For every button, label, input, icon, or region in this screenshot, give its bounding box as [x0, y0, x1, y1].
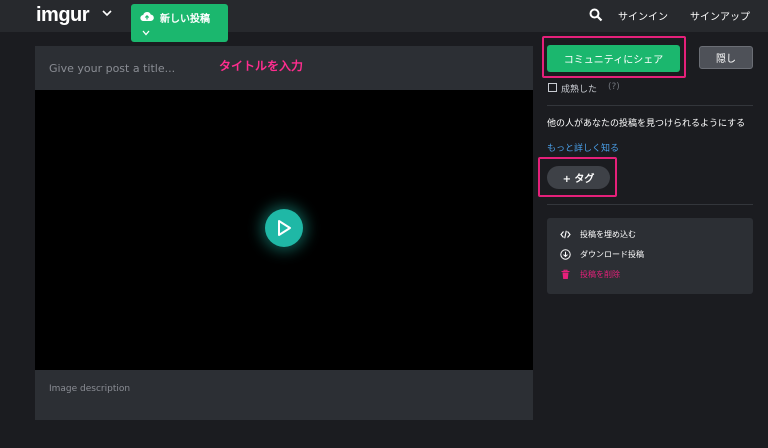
download-post-label: ダウンロード投稿	[580, 250, 644, 259]
chevron-down-icon[interactable]	[101, 7, 113, 19]
top-header: imgur 新しい投稿 サインイン サインアップ	[0, 0, 768, 42]
divider	[547, 105, 753, 106]
play-icon	[278, 220, 291, 236]
cloud-upload-icon	[140, 12, 154, 22]
delete-post-action[interactable]: 投稿を削除	[560, 268, 740, 282]
download-post-action[interactable]: ダウンロード投稿	[560, 248, 740, 262]
embed-code-icon	[560, 230, 571, 239]
trash-icon	[561, 269, 570, 279]
download-icon	[560, 249, 571, 260]
play-button[interactable]	[265, 209, 303, 247]
hide-button[interactable]: 隠し	[699, 46, 753, 69]
mature-label: 成熟した	[561, 85, 598, 95]
search-icon[interactable]	[589, 8, 603, 22]
image-description-input[interactable]	[35, 370, 533, 420]
add-tag-button[interactable]: + タグ	[547, 166, 610, 189]
learn-more-link[interactable]: もっと詳しく知る	[547, 141, 619, 154]
mature-checkbox[interactable]	[548, 83, 557, 92]
title-annotation: タイトルを入力	[219, 59, 304, 73]
video-preview[interactable]	[35, 90, 533, 370]
embed-post-action[interactable]: 投稿を埋め込む	[560, 228, 740, 242]
signin-link[interactable]: サインイン	[618, 8, 668, 23]
new-post-label: 新しい投稿	[160, 14, 210, 25]
post-editor	[35, 46, 533, 420]
new-post-button[interactable]: 新しい投稿	[131, 4, 228, 42]
post-actions-panel: 投稿を埋め込む ダウンロード投稿 投稿を削除	[547, 218, 753, 294]
mature-help-link[interactable]: (?)	[608, 82, 620, 92]
chevron-down-icon	[142, 30, 150, 36]
imgur-logo[interactable]: imgur	[36, 4, 90, 27]
embed-post-label: 投稿を埋め込む	[580, 230, 636, 239]
share-to-community-button[interactable]: コミュニティにシェア	[547, 45, 680, 72]
signup-link[interactable]: サインアップ	[690, 8, 750, 23]
delete-post-label: 投稿を削除	[580, 270, 620, 279]
tag-description: 他の人があなたの投稿を見つけられるようにする	[547, 119, 746, 129]
divider	[547, 204, 753, 205]
